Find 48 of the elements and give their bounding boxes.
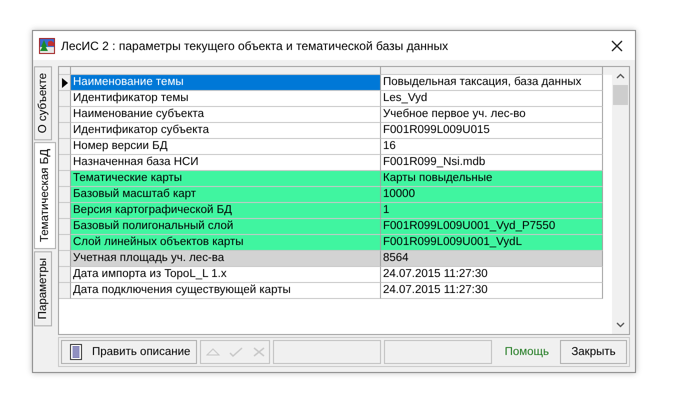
up-icon[interactable] [206,347,220,357]
table-cell: Идентификатор темы [71,91,381,107]
scroll-up-icon[interactable] [616,73,625,79]
current-row-icon [62,78,68,88]
table-cell: F001R099L009U015 [381,123,603,139]
close-button[interactable]: Закрыть [560,340,627,364]
table-cell: Дата подключения существующей карты [71,283,381,299]
forest-app-icon [39,38,55,54]
table-cell: Учебное первое уч. лес-во [381,107,603,123]
table-cell: 24.07.2015 11:27:30 [381,267,603,283]
close-icon[interactable] [611,40,623,52]
help-link[interactable]: Помощь [504,346,549,358]
table-cell: 8564 [381,251,603,267]
table-cell: Версия картографической БД [71,203,381,219]
check-icon[interactable] [229,347,244,357]
table-cell: Номер версии БД [71,139,381,155]
table-cell: 1 [381,203,603,219]
table-cell: Слой линейных объектов карты [71,235,381,251]
table-cell: Базовый полигональный слой [71,219,381,235]
table-cell: Наименование субъекта [71,107,381,123]
edit-description-button[interactable]: Править описание [61,340,198,364]
scrollbar-thumb[interactable] [613,85,628,105]
scroll-down-icon[interactable] [616,322,625,328]
table-cell: F001R099L009U001_Vyd_P7550 [381,219,603,235]
vertical-tab[interactable]: О субъекте [34,66,52,140]
vertical-tab[interactable]: Параметры [34,251,52,327]
table-cell: Дата импорта из TopoL_L 1.x [71,267,381,283]
table-cell: Карты повыдельные [381,171,603,187]
window-title: ЛесИС 2 : параметры текущего объекта и тематической базы данных [61,38,450,52]
table-cell: Наименование темы [71,75,381,91]
column-header[interactable] [381,67,603,75]
table-cell: F001R099L009U001_VydL [381,235,603,251]
table-cell: Les_Vyd [381,91,603,107]
table-cell: 10000 [381,187,603,203]
table-cell: 24.07.2015 11:27:30 [381,283,603,299]
table-cell: Назначенная база НСИ [71,155,381,171]
cancel-icon[interactable] [252,347,265,357]
document-icon [70,344,82,360]
table-cell: Тематические карты [71,171,381,187]
table-cell: Идентификатор субъекта [71,123,381,139]
table-cell: 16 [381,139,603,155]
vertical-tab[interactable]: Тематическая БД [34,142,56,250]
vertical-scrollbar[interactable] [612,67,629,334]
row-indicator[interactable] [59,75,71,91]
table-cell: Базовый масштаб карт [71,187,381,203]
table-cell: F001R099_Nsi.mdb [381,155,603,171]
table-cell: Учетная площадь уч. лес-ва [71,251,381,267]
table-cell: Повыдельная таксация, база данных [381,75,603,91]
